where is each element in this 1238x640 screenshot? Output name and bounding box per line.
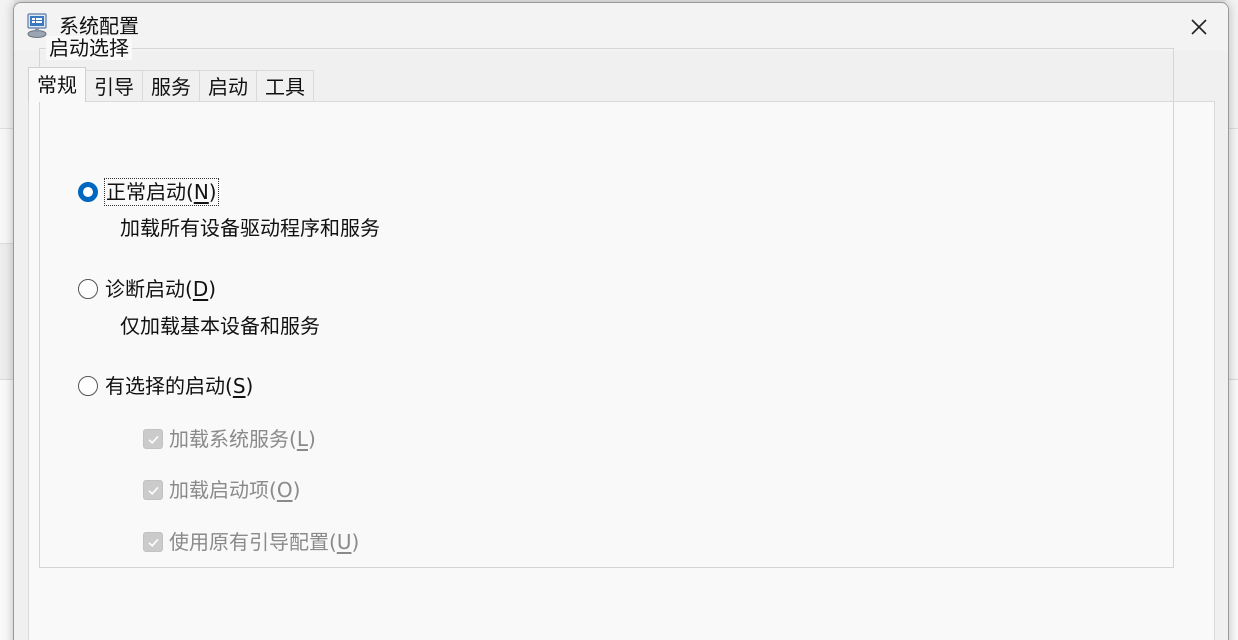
system-configuration-dialog: 系统配置 常规 引导 服务 启动 工具 启动选择 正常启动(N) 加载所有设备驱… — [13, 2, 1229, 640]
checkmark-icon — [147, 538, 159, 547]
checkmark-icon — [147, 435, 159, 444]
normal-startup-label: 正常启动(N) — [104, 178, 219, 206]
window-title: 系统配置 — [59, 14, 139, 38]
load-startup-items-checkbox[interactable]: 加载启动项(O) — [143, 477, 300, 503]
radio-button[interactable] — [78, 279, 98, 299]
use-original-boot-config-checkbox[interactable]: 使用原有引导配置(U) — [143, 529, 359, 555]
load-system-services-checkbox[interactable]: 加载系统服务(L) — [143, 426, 316, 452]
radio-button-checked[interactable] — [78, 182, 98, 202]
normal-startup-radio[interactable]: 正常启动(N) — [78, 178, 219, 206]
diagnostic-startup-description: 仅加载基本设备和服务 — [120, 314, 320, 338]
normal-startup-description: 加载所有设备驱动程序和服务 — [120, 216, 380, 240]
load-startup-items-label: 加载启动项(O) — [169, 478, 301, 502]
background-window-left — [0, 0, 14, 640]
load-system-services-label: 加载系统服务(L) — [169, 427, 316, 451]
use-original-boot-config-label: 使用原有引导配置(U) — [169, 530, 360, 554]
checkbox-checked-disabled[interactable] — [143, 480, 163, 500]
checkbox-checked-disabled[interactable] — [143, 429, 163, 449]
selective-startup-label: 有选择的启动(S) — [105, 374, 254, 398]
diagnostic-startup-label: 诊断启动(D) — [105, 277, 217, 301]
tab-general[interactable]: 常规 — [28, 67, 86, 102]
radio-button[interactable] — [78, 376, 98, 396]
close-icon — [1191, 19, 1207, 35]
title-bar[interactable]: 系统配置 — [14, 3, 1228, 51]
checkmark-icon — [147, 486, 159, 495]
startup-selection-label: 启动选择 — [46, 36, 132, 60]
close-button[interactable] — [1170, 3, 1228, 51]
checkbox-checked-disabled[interactable] — [143, 532, 163, 552]
diagnostic-startup-radio[interactable]: 诊断启动(D) — [78, 276, 217, 302]
selective-startup-radio[interactable]: 有选择的启动(S) — [78, 373, 254, 399]
